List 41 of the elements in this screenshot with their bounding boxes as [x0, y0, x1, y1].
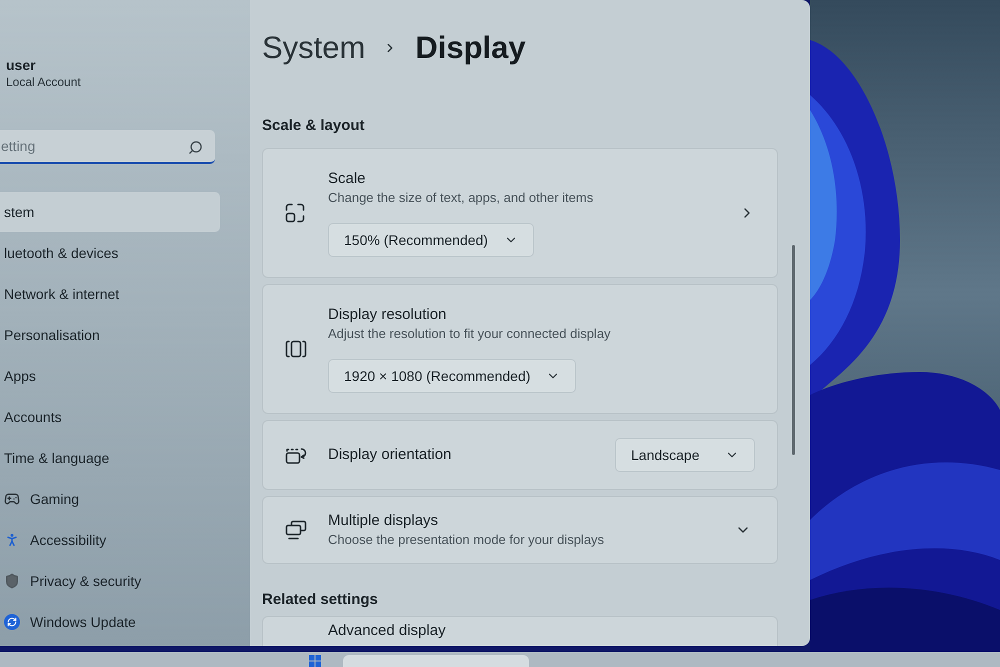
windows-logo-icon[interactable] [309, 655, 321, 667]
setting-description: Choose the presentation mode for your displays [328, 531, 604, 549]
dropdown[interactable]: 1920 × 1080 (Recommended) [328, 359, 576, 393]
settings-link-row[interactable]: Advanced display [262, 616, 778, 646]
setting-description: Adjust the resolution to fit your connected display [328, 325, 611, 343]
setting-description: Change the size of text, apps, and other items [328, 189, 594, 207]
sidebar-item[interactable]: Apps [0, 356, 220, 396]
sidebar-item[interactable]: stem [0, 192, 220, 232]
setting-title: Display orientation [328, 445, 452, 465]
search-icon [188, 140, 203, 154]
sidebar-item[interactable]: Network & internet [0, 274, 220, 314]
settings-card[interactable]: Scale Change the size of text, apps, and other items 150% (Recommended) [262, 148, 778, 278]
sidebar-item[interactable]: Personalisation [0, 315, 220, 355]
two-monitors-icon [285, 520, 307, 540]
search-field[interactable]: etting [0, 130, 215, 164]
user-name: user [6, 56, 36, 74]
account-type: Local Account [6, 74, 81, 90]
dropdown[interactable]: Landscape [615, 438, 755, 472]
taskbar-search-field[interactable] [343, 655, 529, 667]
gamepad-icon [4, 491, 20, 507]
scale-icon [285, 203, 305, 223]
sidebar-item[interactable]: Accounts [0, 397, 220, 437]
setting-title: Display resolution [328, 305, 446, 325]
sidebar-item[interactable]: Gaming [0, 479, 220, 519]
shield-icon [4, 573, 20, 589]
setting-title: Scale [328, 169, 366, 189]
sidebar-item[interactable]: Windows Update [0, 602, 220, 642]
settings-card[interactable]: Multiple displays Choose the presentation mode for your displays [262, 496, 778, 564]
scrollbar-thumb[interactable] [792, 245, 795, 455]
resolution-icon [285, 339, 307, 359]
section-heading: Scale & layout [262, 116, 366, 136]
section-heading: Related settings [262, 590, 379, 610]
sidebar-item[interactable]: Time & language [0, 438, 220, 478]
sidebar-item[interactable]: Privacy & security [0, 561, 220, 601]
setting-title: Multiple displays [328, 511, 438, 531]
breadcrumb-link[interactable]: System [262, 28, 366, 68]
page-title: Display [415, 29, 526, 67]
dropdown[interactable]: 150% (Recommended) [328, 223, 534, 257]
sidebar-item[interactable]: Accessibility [0, 520, 220, 560]
refresh-icon [4, 614, 20, 630]
sidebar-item[interactable]: luetooth & devices [0, 233, 220, 273]
